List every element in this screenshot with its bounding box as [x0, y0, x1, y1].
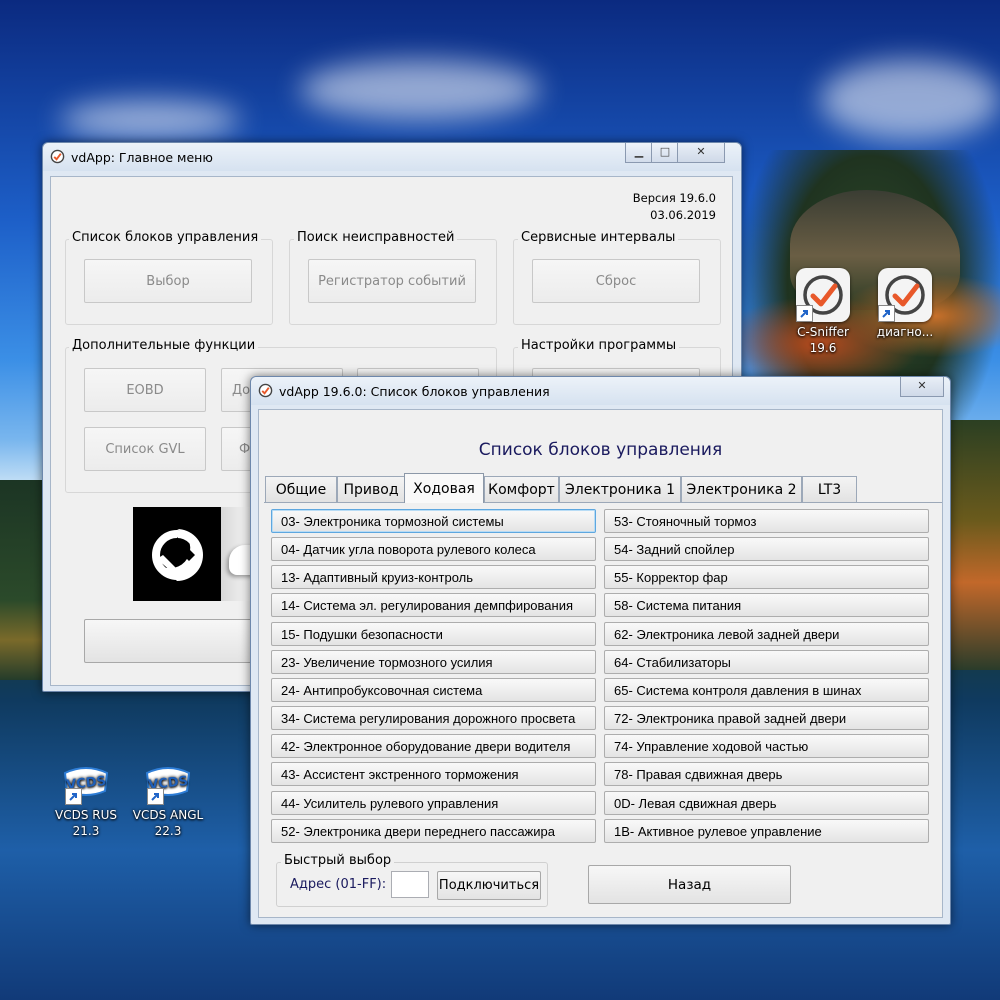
- group-label-program-settings: Настройки программы: [518, 338, 680, 353]
- tab-strip-line: [264, 502, 942, 503]
- tab-electronics-2[interactable]: Электроника 2: [681, 476, 802, 502]
- tab-chassis[interactable]: Ходовая: [404, 473, 484, 503]
- module-button[interactable]: 34- Система регулирования дорожного прос…: [271, 706, 596, 730]
- vcds-icon: VCDS: [143, 765, 193, 805]
- tab-general[interactable]: Общие: [265, 476, 337, 502]
- desktop-icon-diagno[interactable]: диагно...: [864, 268, 946, 340]
- address-input[interactable]: [391, 871, 429, 898]
- event-recorder-button[interactable]: Регистратор событий: [308, 259, 476, 303]
- shortcut-arrow-icon: [147, 788, 164, 805]
- module-button[interactable]: 53- Стояночный тормоз: [604, 509, 929, 533]
- module-button[interactable]: 43- Ассистент экстренного торможения: [271, 762, 596, 786]
- main-wide-button[interactable]: [84, 619, 256, 663]
- module-button[interactable]: 72- Электроника правой задней двери: [604, 706, 929, 730]
- shore-forest-right: [945, 420, 1000, 670]
- group-label-extra-functions: Дополнительные функции: [69, 338, 259, 353]
- main-window-titlebar[interactable]: vdApp: Главное меню ▁ □ ✕: [43, 143, 741, 171]
- module-button[interactable]: 23- Увеличение тормозного усилия: [271, 650, 596, 674]
- module-button[interactable]: 62- Электроника левой задней двери: [604, 622, 929, 646]
- close-button[interactable]: ✕: [900, 377, 944, 397]
- window-title: vdApp 19.6.0: Список блоков управления: [279, 384, 550, 399]
- address-label: Адрес (01-FF):: [290, 877, 387, 892]
- reset-button[interactable]: Сброс: [532, 259, 700, 303]
- group-label-control-units: Список блоков управления: [69, 230, 262, 245]
- version-date: 03.06.2019: [650, 208, 716, 222]
- vcds-icon: VCDS: [61, 765, 111, 805]
- gvl-list-button[interactable]: Список GVL: [84, 427, 206, 471]
- module-button[interactable]: 54- Задний спойлер: [604, 537, 929, 561]
- module-button[interactable]: 52- Электроника двери переднего пассажир…: [271, 819, 596, 843]
- sky-cloud: [300, 60, 540, 120]
- desktop-icon-vcds-angl[interactable]: VCDS VCDS ANGL 22.3: [127, 765, 209, 839]
- module-button[interactable]: 24- Антипробуксовочная система: [271, 678, 596, 702]
- shortcut-arrow-icon: [65, 788, 82, 805]
- module-button[interactable]: 14- Система эл. регулирования демпфирова…: [271, 593, 596, 617]
- module-button[interactable]: 74- Управление ходовой частью: [604, 734, 929, 758]
- module-button[interactable]: 64- Стабилизаторы: [604, 650, 929, 674]
- desktop-icon-label: VCDS ANGL: [132, 808, 204, 822]
- sky-cloud: [820, 60, 1000, 140]
- window-title: vdApp: Главное меню: [71, 150, 213, 165]
- shortcut-arrow-icon: [796, 305, 813, 322]
- module-button[interactable]: 78- Правая сдвижная дверь: [604, 762, 929, 786]
- desktop-icon-csniffer[interactable]: C-Sniffer 19.6: [782, 268, 864, 356]
- desktop-icon-label: C-Sniffer 19.6: [797, 325, 849, 355]
- group-label-fault-search: Поиск неисправностей: [294, 230, 458, 245]
- minimize-button[interactable]: ▁: [625, 143, 653, 163]
- desktop-icon-label: диагно...: [876, 325, 934, 339]
- group-label-quick-select: Быстрый выбор: [281, 853, 395, 868]
- module-button[interactable]: 15- Подушки безопасности: [271, 622, 596, 646]
- shortcut-arrow-icon: [878, 305, 895, 322]
- module-button[interactable]: 0D- Левая сдвижная дверь: [604, 791, 929, 815]
- vdapp-logo-icon: [796, 268, 850, 322]
- tab-electronics-1[interactable]: Электроника 1: [559, 476, 681, 502]
- tab-lt3[interactable]: LT3: [802, 476, 857, 502]
- desktop-icon-label-version: 22.3: [154, 824, 182, 838]
- maximize-button[interactable]: □: [651, 143, 679, 163]
- desktop-icon-label-version: 21.3: [72, 824, 100, 838]
- tab-drive[interactable]: Привод: [337, 476, 405, 502]
- desktop-icon-label: VCDS RUS: [55, 808, 117, 822]
- module-button[interactable]: 55- Корректор фар: [604, 565, 929, 589]
- module-button[interactable]: 44- Усилитель рулевого управления: [271, 791, 596, 815]
- vdapp-logo-icon: [878, 268, 932, 322]
- desktop-icon-vcds-rus[interactable]: VCDS VCDS RUS 21.3: [45, 765, 127, 839]
- select-button[interactable]: Выбор: [84, 259, 252, 303]
- modules-heading: Список блоков управления: [478, 440, 723, 460]
- eobd-button[interactable]: EOBD: [84, 368, 206, 412]
- connect-button[interactable]: Подключиться: [437, 871, 541, 900]
- tab-comfort[interactable]: Комфорт: [484, 476, 559, 502]
- app-logo-icon: [50, 149, 65, 164]
- version-info: Версия 19.6.0 03.06.2019: [633, 190, 716, 224]
- module-button[interactable]: 1B- Активное рулевое управление: [604, 819, 929, 843]
- version-label: Версия 19.6.0: [632, 191, 716, 205]
- modules-window-titlebar[interactable]: vdApp 19.6.0: Список блоков управления ✕: [251, 377, 950, 405]
- module-button[interactable]: 58- Система питания: [604, 593, 929, 617]
- group-label-service-intervals: Сервисные интервалы: [518, 230, 679, 245]
- app-logo-icon: [258, 383, 273, 398]
- module-button[interactable]: 42- Электронное оборудование двери водит…: [271, 734, 596, 758]
- module-button[interactable]: 65- Система контроля давления в шинах: [604, 678, 929, 702]
- module-button[interactable]: 03- Электроника тормозной системы: [271, 509, 596, 533]
- sky-cloud: [60, 100, 240, 140]
- close-button[interactable]: ✕: [677, 143, 725, 163]
- module-button[interactable]: 13- Адаптивный круиз-контроль: [271, 565, 596, 589]
- module-button[interactable]: 04- Датчик угла поворота рулевого колеса: [271, 537, 596, 561]
- back-button[interactable]: Назад: [588, 865, 791, 904]
